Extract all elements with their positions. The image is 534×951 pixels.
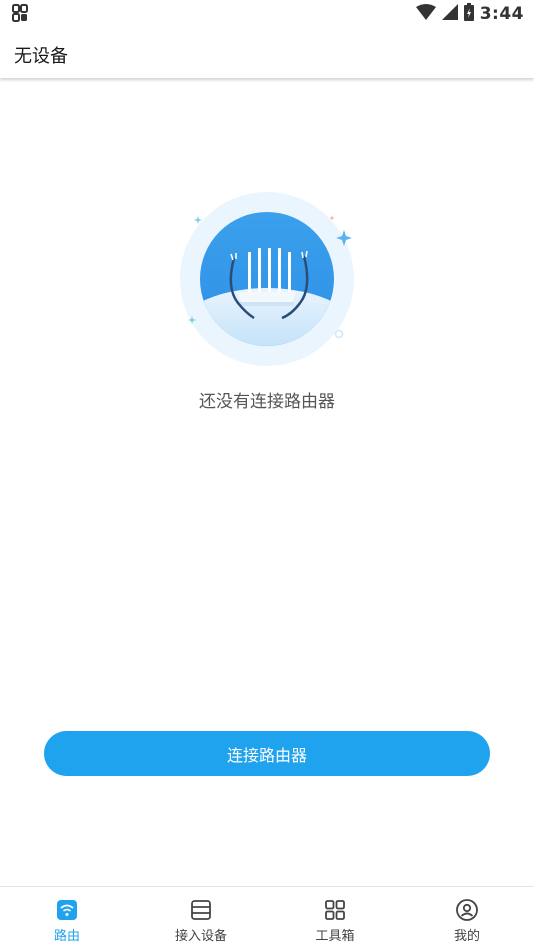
battery-icon [463,3,474,25]
nav-item-connected-devices[interactable]: 接入设备 [134,887,268,951]
connect-router-button-label: 连接路由器 [226,745,307,765]
grid-icon [323,898,347,922]
nav-item-toolbox[interactable]: 工具箱 [268,887,402,951]
status-time: 3:44 [479,4,524,24]
wifi-icon [415,4,436,24]
device-list-icon [189,898,213,922]
empty-state-message: 还没有连接路由器 [199,392,335,412]
nav-label-profile: 我的 [453,929,480,944]
profile-icon [455,898,479,922]
nav-label-toolbox: 工具箱 [315,929,355,944]
page-title: 无设备 [14,46,68,67]
nav-item-profile[interactable]: 我的 [400,887,534,951]
status-bar: 3:44 [0,0,534,28]
router-wifi-icon [55,898,79,922]
signal-icon [441,4,458,24]
nav-label-connected-devices: 接入设备 [174,929,227,944]
sim-card-icon [12,4,28,26]
bottom-navigation: 路由 接入设备 工具箱 我的 [0,886,534,951]
nav-item-router[interactable]: 路由 [0,887,134,951]
nav-label-router: 路由 [53,929,80,944]
router-illustration [176,188,358,370]
app-bar: 无设备 [0,28,534,78]
connect-router-button[interactable]: 连接路由器 [44,731,490,776]
